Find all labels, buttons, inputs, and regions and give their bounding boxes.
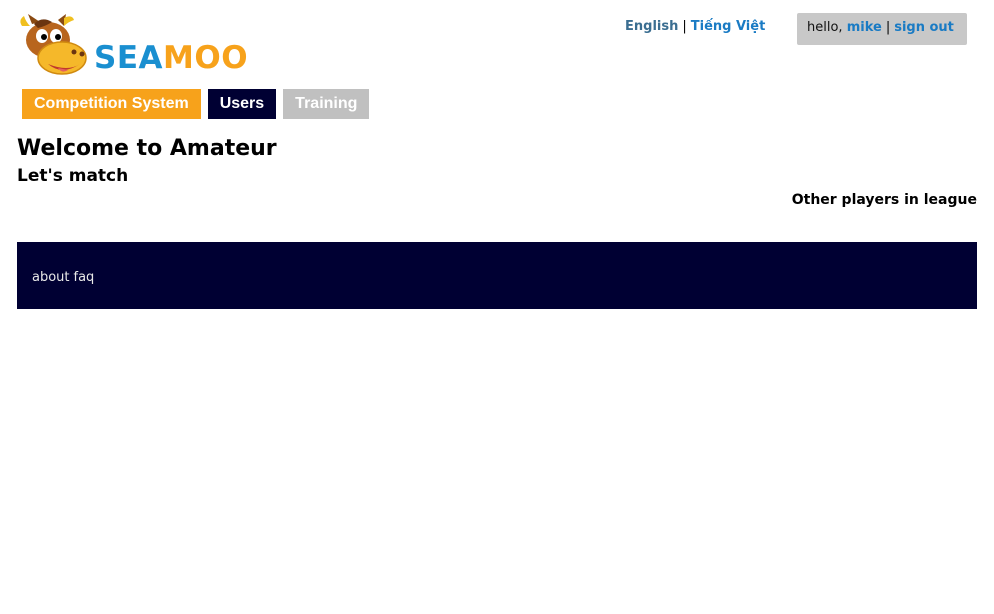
main-nav: Competition System Users Training [22, 89, 376, 119]
language-separator: | [682, 19, 687, 34]
nav-competition-system[interactable]: Competition System [22, 89, 201, 119]
footer-links: about faq [32, 270, 98, 286]
nav-users[interactable]: Users [207, 89, 277, 119]
page-subtitle: Let's match [17, 166, 129, 186]
sign-out-link[interactable]: sign out [894, 20, 954, 35]
logo[interactable]: SEAMOO [18, 14, 258, 78]
user-greeting: hello, [807, 20, 843, 35]
user-box: hello, mike | sign out [797, 13, 967, 45]
logo-wordmark: SEAMOO [94, 40, 248, 76]
horse-mascot-icon [20, 14, 87, 75]
language-english-link[interactable]: English [625, 19, 678, 34]
language-vietnamese-link[interactable]: Tiếng Việt [691, 19, 766, 34]
logo-word-sea: SEA [94, 40, 163, 76]
other-players-heading: Other players in league [791, 192, 977, 208]
page: SEAMOO English | Tiếng Việt hello, mike | si… [0, 0, 994, 614]
language-switcher: English | Tiếng Việt [625, 19, 765, 35]
user-separator: | [885, 20, 891, 35]
logo-word-moo: MOO [163, 40, 249, 76]
footer: about faq [17, 242, 977, 309]
footer-faq-link[interactable]: faq [74, 270, 95, 285]
nav-training[interactable]: Training [283, 89, 370, 119]
page-title: Welcome to Amateur [17, 136, 277, 161]
username-link[interactable]: mike [847, 20, 882, 35]
footer-about-link[interactable]: about [32, 270, 70, 285]
